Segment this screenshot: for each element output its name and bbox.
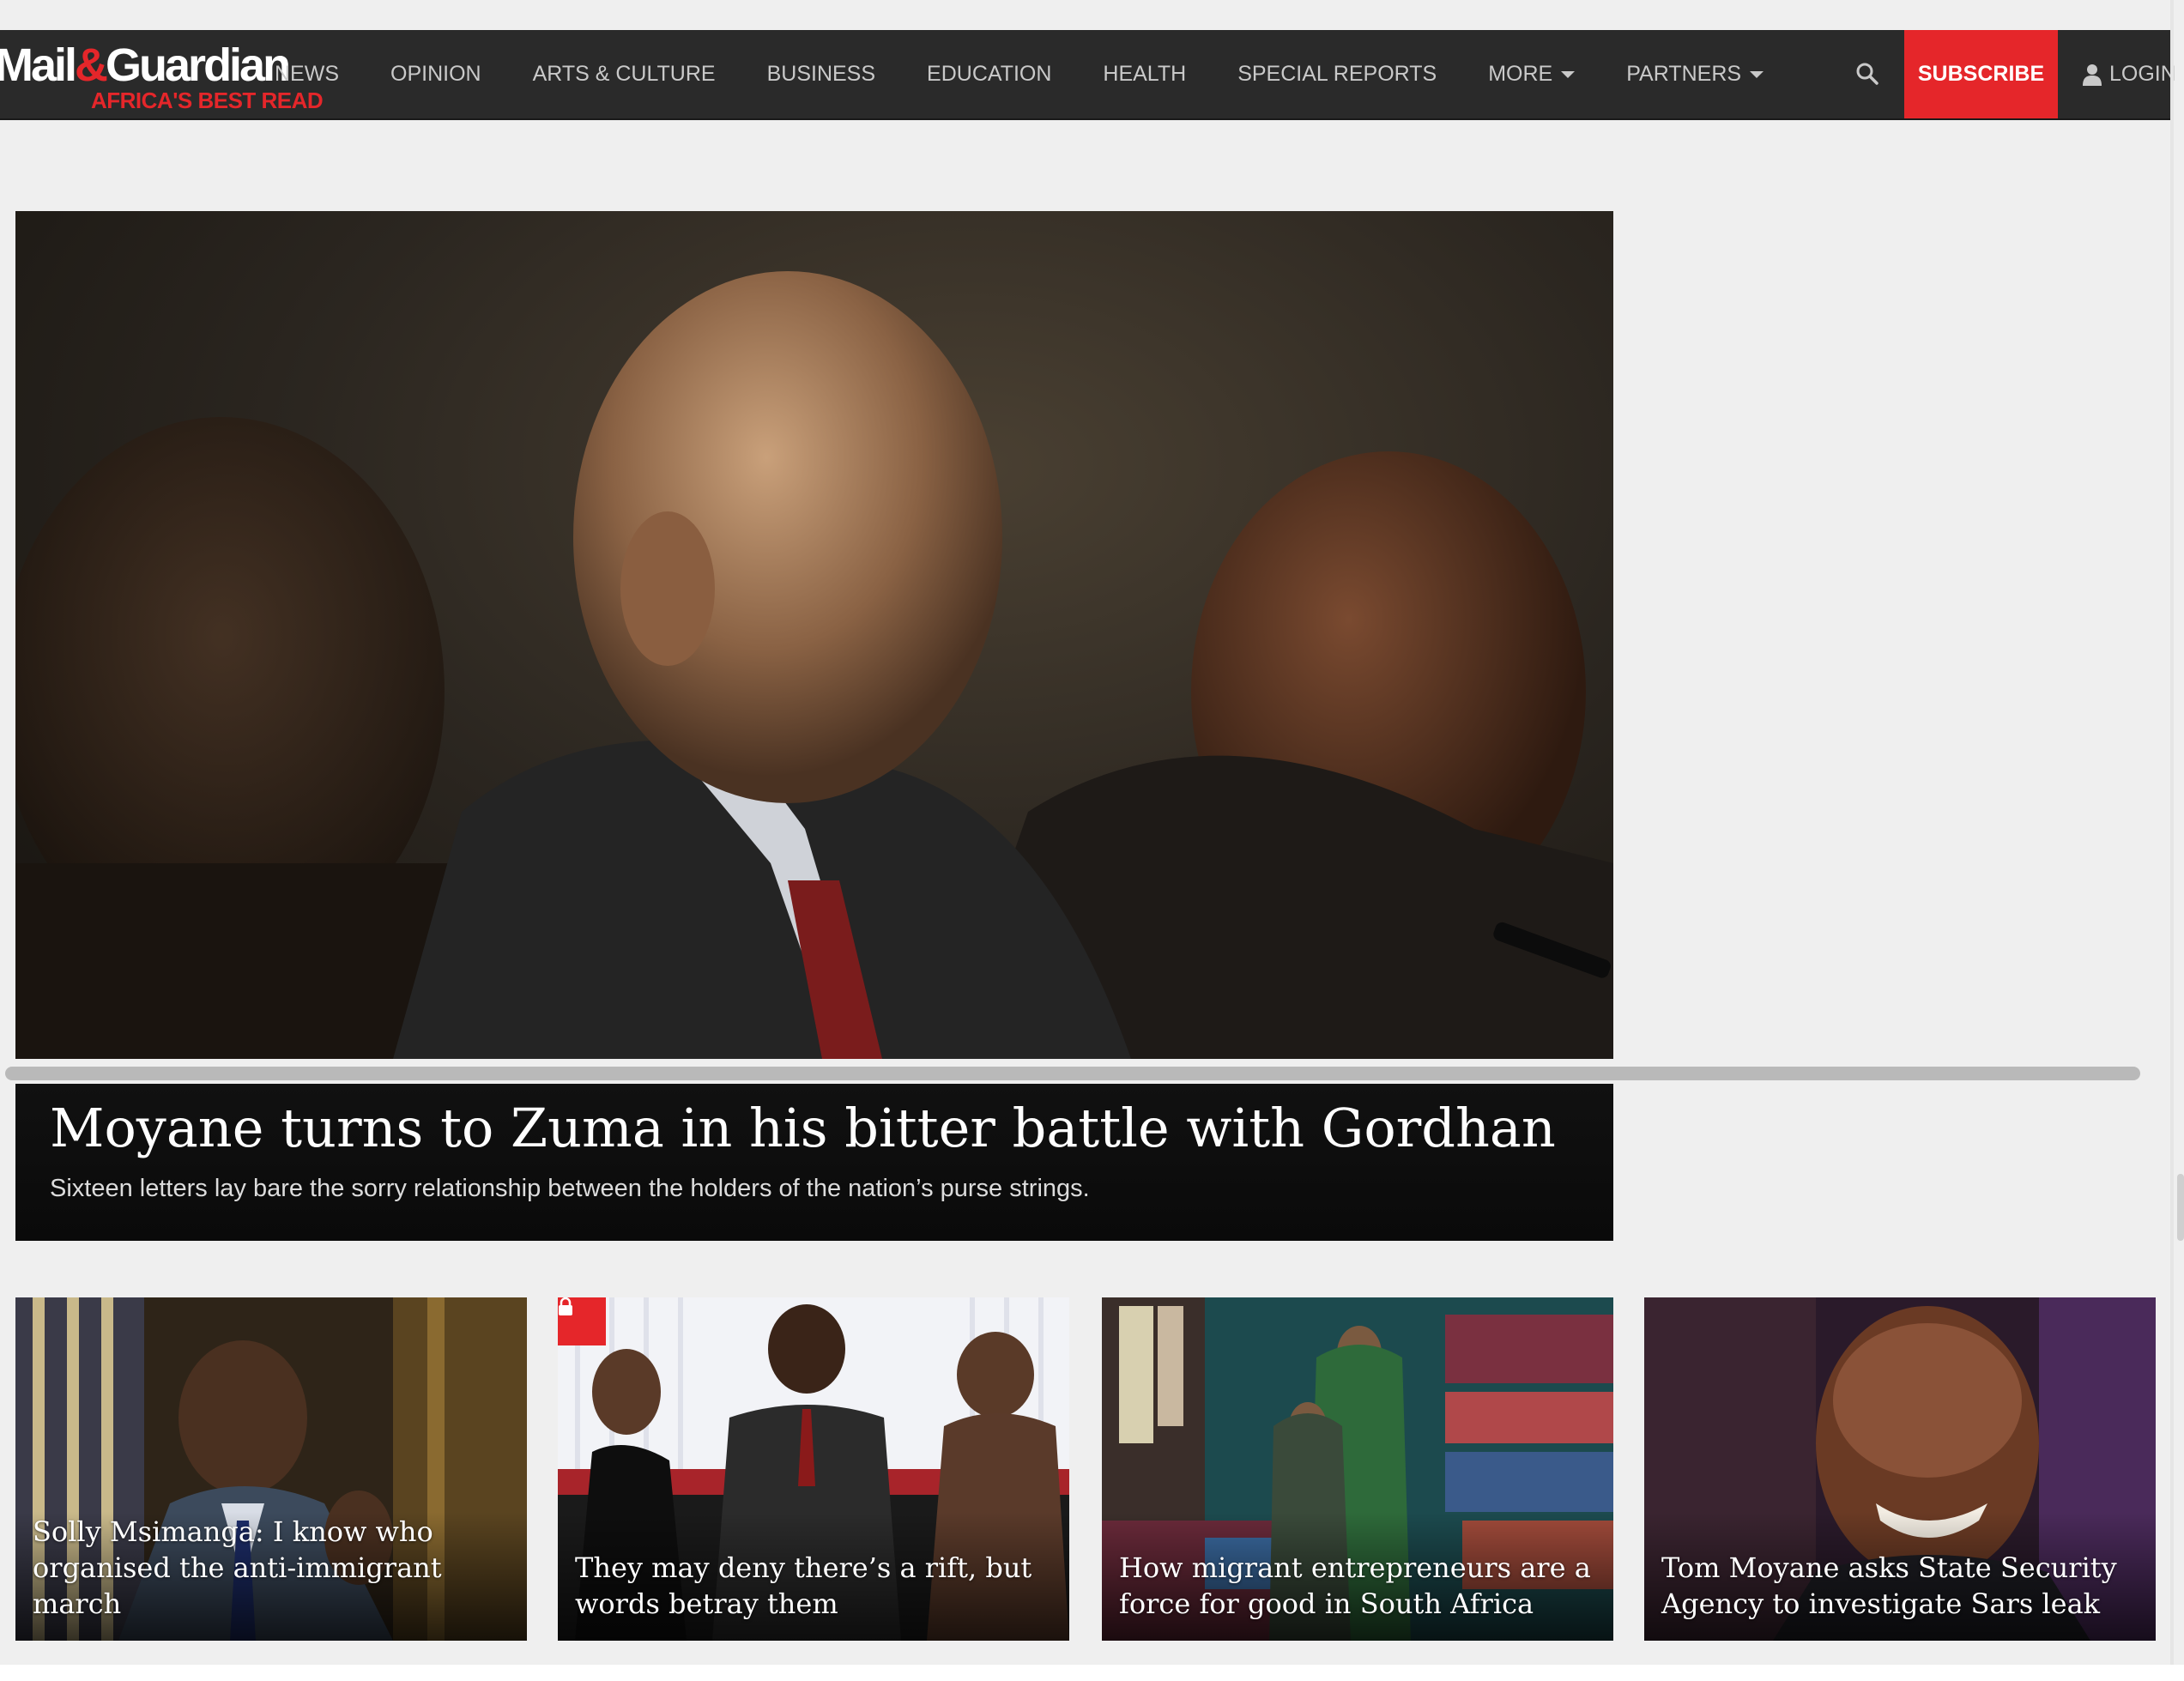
story-card[interactable]: How migrant entrepreneurs are a force fo… xyxy=(1102,1297,1613,1641)
subscribe-button[interactable]: SUBSCRIBE xyxy=(1904,30,2058,118)
story-card-title[interactable]: How migrant entrepreneurs are a force fo… xyxy=(1119,1550,1600,1622)
nav-item-partners[interactable]: PARTNERS xyxy=(1626,62,1764,87)
vertical-scroll-track xyxy=(2170,0,2174,1681)
nav-item-special-reports[interactable]: SPECIAL REPORTS xyxy=(1237,62,1437,87)
nav-more-label: MORE xyxy=(1488,62,1553,86)
top-navbar: Mail&Guardian AFRICA'S BEST READ NEWS OP… xyxy=(0,30,2176,120)
nav-item-arts-culture[interactable]: ARTS & CULTURE xyxy=(533,62,716,87)
user-icon xyxy=(2083,63,2102,86)
lock-icon xyxy=(559,1297,572,1315)
hero-photo xyxy=(15,271,1613,1059)
story-card-title[interactable]: Solly Msimanga: I know who organised the… xyxy=(33,1514,513,1622)
site-logo[interactable]: Mail&Guardian AFRICA'S BEST READ xyxy=(0,39,324,112)
hero-caption: Moyane turns to Zuma in his bitter battl… xyxy=(15,1084,1613,1241)
story-card[interactable]: Solly Msimanga: I know who organised the… xyxy=(15,1297,527,1641)
horizontal-scrollbar[interactable] xyxy=(5,1067,2140,1080)
premium-lock-badge xyxy=(558,1297,606,1345)
login-button[interactable]: LOGIN xyxy=(2082,30,2176,118)
nav-item-education[interactable]: EDUCATION xyxy=(927,62,1051,87)
nav-item-opinion[interactable]: OPINION xyxy=(390,62,481,87)
caret-down-icon xyxy=(1750,70,1764,78)
logo-wordmark: Mail&Guardian xyxy=(0,39,291,91)
story-card-title[interactable]: They may deny there’s a rift, but words … xyxy=(575,1550,1056,1622)
nav-item-more[interactable]: MORE xyxy=(1488,62,1576,87)
hero-headline[interactable]: Moyane turns to Zuma in his bitter battl… xyxy=(50,1094,1556,1163)
caret-down-icon xyxy=(1561,70,1576,78)
story-card[interactable]: They may deny there’s a rift, but words … xyxy=(558,1297,1069,1641)
nav-item-health[interactable]: HEALTH xyxy=(1103,62,1186,87)
nav-item-business[interactable]: BUSINESS xyxy=(767,62,875,87)
main-nav: NEWS OPINION ARTS & CULTURE BUSINESS EDU… xyxy=(275,30,1815,118)
hero-image[interactable] xyxy=(15,211,1613,1059)
story-card[interactable]: Tom Moyane asks State Security Agency to… xyxy=(1644,1297,2156,1641)
page-bottom-strip xyxy=(0,1665,2184,1681)
vertical-scrollbar-thumb[interactable] xyxy=(2177,1174,2184,1241)
hero-standfirst: Sixteen letters lay bare the sorry relat… xyxy=(50,1175,1090,1202)
search-icon[interactable] xyxy=(1855,62,1879,86)
nav-partners-label: PARTNERS xyxy=(1626,62,1742,86)
login-label: LOGIN xyxy=(2109,62,2176,86)
nav-item-news[interactable]: NEWS xyxy=(275,62,339,87)
story-card-title[interactable]: Tom Moyane asks State Security Agency to… xyxy=(1661,1550,2142,1622)
